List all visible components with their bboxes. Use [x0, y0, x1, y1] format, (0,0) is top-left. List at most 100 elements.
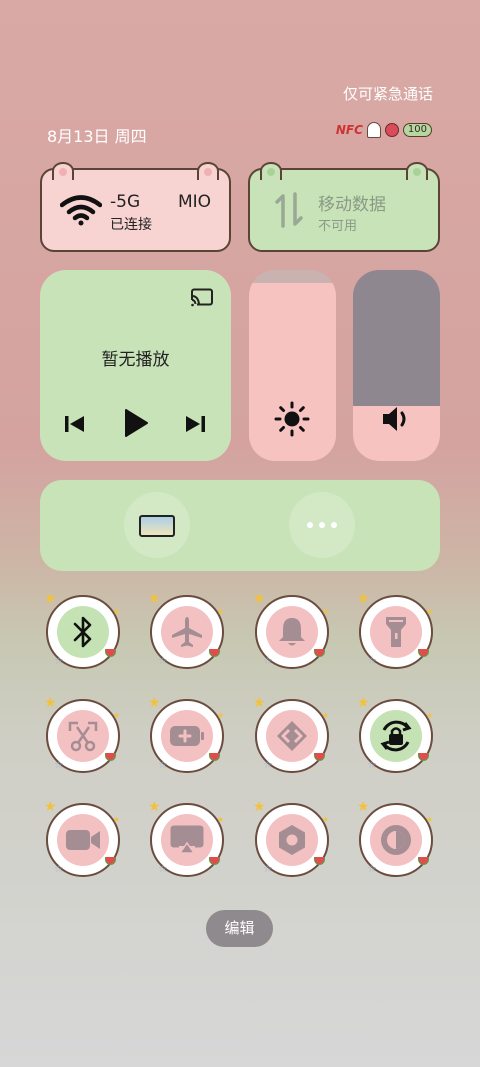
star-icon: ☆	[158, 654, 168, 667]
wifi-ssid: -5G	[110, 192, 141, 212]
star-icon: ★	[44, 799, 57, 815]
mobile-data-title: 移动数据	[318, 195, 386, 215]
mobile-data-icon	[275, 192, 303, 228]
emergency-call-text: 仅可紧急通话	[342, 85, 433, 103]
rotation-lock-icon	[380, 720, 412, 752]
screen-icon	[139, 515, 175, 537]
shortcut-card	[40, 480, 440, 571]
watermelon-icon	[418, 649, 429, 657]
status-bar: NFC 100	[336, 122, 432, 138]
bluetooth-icon	[73, 616, 92, 648]
star-icon: ★	[321, 607, 329, 616]
scissors-icon	[68, 721, 98, 752]
star-icon: ☆	[263, 758, 273, 771]
media-title: 暂无播放	[101, 350, 170, 370]
star-icon: ☆	[367, 758, 377, 771]
dark-mode-tile[interactable]: ★ ★ ☆	[357, 799, 433, 877]
video-camera-icon-wrap	[57, 814, 109, 866]
airplane-mode-tile[interactable]: ★ ★ ☆	[148, 591, 224, 669]
flashlight-tile[interactable]: ★ ★ ☆	[357, 591, 433, 669]
link-connect-icon	[277, 721, 307, 751]
star-icon: ★	[253, 591, 266, 607]
star-icon: ★	[253, 695, 266, 711]
star-icon: ★	[148, 591, 161, 607]
next-icon[interactable]	[184, 414, 206, 434]
brightness-slider[interactable]	[249, 270, 336, 461]
star-icon: ★	[357, 695, 370, 711]
scissors-icon-wrap	[57, 710, 109, 762]
more-button[interactable]	[289, 492, 355, 558]
bear-ear-left	[260, 162, 282, 180]
video-camera-icon	[66, 830, 100, 850]
star-icon: ★	[425, 607, 433, 616]
watermelon-icon	[314, 753, 325, 761]
screenshot-tile[interactable]: ★ ★ ☆	[44, 695, 120, 773]
star-icon: ★	[216, 815, 224, 824]
play-icon[interactable]	[123, 408, 149, 438]
cast-icon[interactable]	[190, 288, 214, 308]
star-icon: ☆	[367, 654, 377, 667]
nfc-indicator: NFC	[335, 123, 363, 137]
watermelon-icon	[314, 857, 325, 865]
screen-cast-tile[interactable]: ★ ★ ☆	[148, 799, 224, 877]
do-not-disturb-tile[interactable]: ★ ★ ☆	[253, 591, 329, 669]
wifi-ssid-suffix: MIO	[178, 192, 212, 212]
screen-cast-icon-wrap	[161, 814, 213, 866]
battery-saver-tile[interactable]: ★ ★ ☆	[148, 695, 224, 773]
mobile-data-card[interactable]: 移动数据 不可用	[248, 162, 440, 252]
watermelon-icon	[105, 857, 116, 865]
star-icon: ☆	[263, 862, 273, 875]
star-icon: ★	[148, 799, 161, 815]
star-icon: ★	[253, 799, 266, 815]
star-icon: ★	[425, 815, 433, 824]
screen-mirror-button[interactable]	[124, 492, 190, 558]
star-icon: ☆	[54, 758, 64, 771]
volume-slider[interactable]	[353, 270, 440, 461]
bluetooth-tile[interactable]: ★ ★ ☆	[44, 591, 120, 669]
flashlight-icon-wrap	[370, 606, 422, 658]
screen-record-tile[interactable]: ★ ★ ☆	[44, 799, 120, 877]
previous-icon[interactable]	[64, 414, 86, 434]
battery-plus-icon-wrap	[161, 710, 213, 762]
star-icon: ★	[112, 711, 120, 720]
star-icon: ★	[216, 711, 224, 720]
star-icon: ★	[425, 711, 433, 720]
media-player-card[interactable]: 暂无播放	[40, 270, 231, 461]
battery-indicator: 100	[402, 123, 432, 137]
star-icon: ★	[112, 815, 120, 824]
settings-tile[interactable]: ★ ★ ☆	[253, 799, 329, 877]
star-icon: ★	[44, 695, 57, 711]
watermelon-icon	[418, 753, 429, 761]
bear-ear-right	[197, 162, 219, 180]
watermelon-icon	[209, 753, 220, 761]
bell-icon	[279, 618, 305, 646]
star-icon: ★	[148, 695, 161, 711]
watermelon-icon	[418, 857, 429, 865]
contrast-icon	[381, 825, 411, 855]
star-icon: ★	[216, 607, 224, 616]
mobile-data-status: 不可用	[318, 219, 358, 234]
watermelon-icon	[105, 649, 116, 657]
date-text: 8月13日 周四	[47, 127, 147, 146]
bear-ear-right	[406, 162, 428, 180]
star-icon: ★	[357, 799, 370, 815]
link-connect-icon-wrap	[266, 710, 318, 762]
star-icon: ☆	[158, 862, 168, 875]
edit-button[interactable]: 编辑	[206, 910, 273, 947]
star-icon: ★	[321, 815, 329, 824]
airplane-icon-wrap	[161, 606, 213, 658]
star-icon: ★	[321, 711, 329, 720]
flashlight-icon	[386, 617, 406, 647]
bluetooth-icon-wrap	[57, 606, 109, 658]
link-connect-tile[interactable]: ★ ★ ☆	[253, 695, 329, 773]
star-icon: ☆	[158, 758, 168, 771]
watermelon-icon	[209, 857, 220, 865]
bell-icon-wrap	[266, 606, 318, 658]
wifi-card[interactable]: -5G MIO 已连接	[40, 162, 231, 252]
rotation-lock-tile[interactable]: ★ ★ ☆	[357, 695, 433, 773]
watermelon-icon	[105, 753, 116, 761]
battery-plus-icon	[170, 726, 204, 746]
ice-cream-icon	[366, 122, 381, 138]
wifi-status: 已连接	[110, 217, 152, 233]
wifi-icon	[60, 195, 102, 226]
